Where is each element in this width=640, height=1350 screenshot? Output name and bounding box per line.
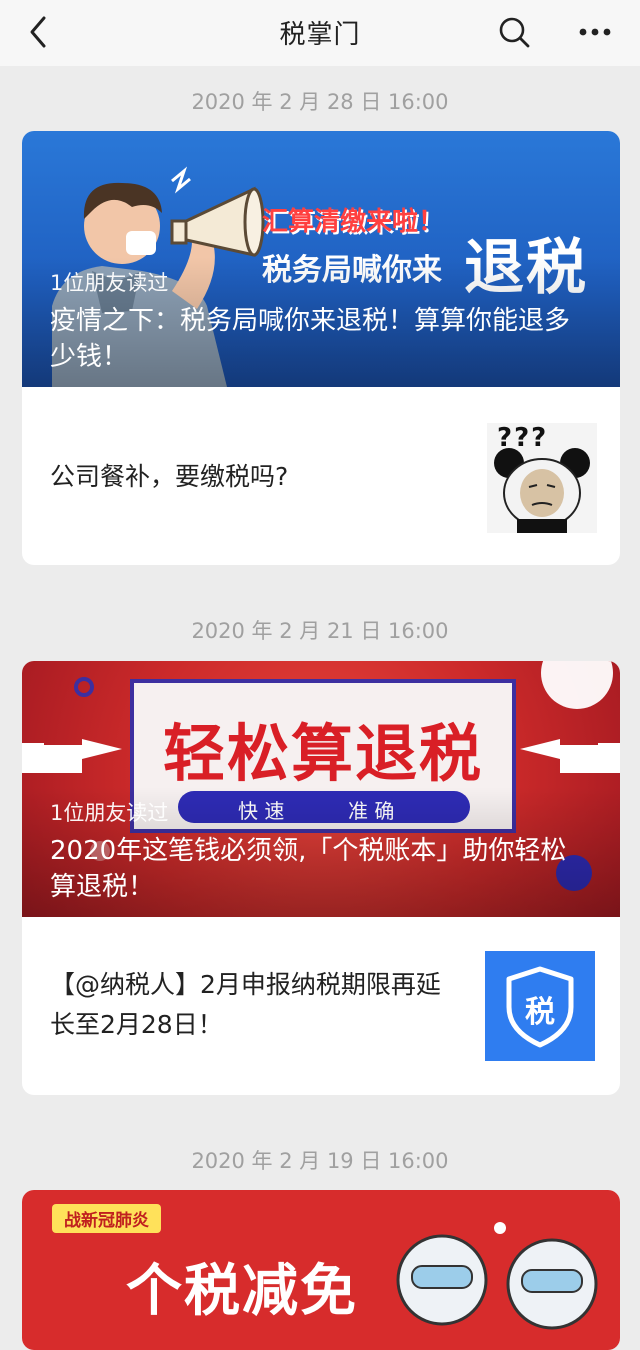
campaign-tag: 战新冠肺炎 bbox=[52, 1204, 161, 1233]
main-article[interactable]: 轻松算退税 快 速 准 确 1位朋友读过 2020年这笔钱必须领,「个税账本」助… bbox=[22, 661, 620, 917]
banner-big-text: 个税减免 bbox=[126, 1259, 358, 1324]
medical-staff-illustration bbox=[396, 1222, 598, 1330]
article-card: 轻松算退税 快 速 准 确 1位朋友读过 2020年这笔钱必须领,「个税账本」助… bbox=[22, 661, 620, 1095]
article-headline: 2020年这笔钱必须领,「个税账本」助你轻松算退税！ bbox=[50, 836, 567, 902]
sub-article-title: 公司餐补，要缴税吗? bbox=[50, 462, 289, 491]
article-headline: 疫情之下：税务局喊你来退税！算算你能退多少钱！ bbox=[50, 306, 571, 372]
page-title: 税掌门 bbox=[279, 20, 361, 50]
article-thumbnail: 税 bbox=[485, 951, 595, 1061]
sub-article-title: 【@纳税人】2月申报纳税期限再延长至2月28日！ bbox=[50, 970, 441, 1039]
main-article[interactable]: 汇算清缴来啦！ 税务局喊你来 退税 1位朋友读过 疫情之下：税务局喊你来退税！算… bbox=[22, 131, 620, 387]
search-button[interactable] bbox=[494, 12, 534, 52]
more-button[interactable] bbox=[572, 12, 618, 52]
question-marks: ??? bbox=[497, 423, 549, 453]
main-article[interactable]: 战新冠肺炎 个税减免 bbox=[22, 1190, 620, 1350]
megaphone-icon bbox=[170, 186, 265, 257]
more-icon bbox=[579, 28, 611, 36]
message-date: 2020 年 2 月 21 日 16:00 bbox=[191, 619, 449, 643]
banner-big-text: 轻松算退税 bbox=[162, 717, 483, 790]
sub-article[interactable]: 公司餐补，要缴税吗? ??? bbox=[22, 387, 620, 565]
article-thumbnail: ??? bbox=[487, 423, 597, 533]
hand-pointer-icon bbox=[520, 739, 620, 773]
message-date: 2020 年 2 月 19 日 16:00 bbox=[191, 1149, 449, 1173]
tax-glyph: 税 bbox=[525, 995, 555, 1030]
hand-pointer-icon bbox=[22, 739, 122, 773]
friends-read: 1位朋友读过 bbox=[50, 801, 169, 825]
sub-article[interactable]: 【@纳税人】2月申报纳税期限再延长至2月28日！ 税 bbox=[22, 917, 620, 1095]
search-icon bbox=[499, 17, 530, 48]
article-card: 汇算清缴来啦！ 税务局喊你来 退税 1位朋友读过 疫情之下：税务局喊你来退税！算… bbox=[22, 131, 620, 565]
top-bar: 税掌门 bbox=[0, 0, 640, 66]
article-card: 战新冠肺炎 个税减免 bbox=[22, 1190, 620, 1350]
friends-read: 1位朋友读过 bbox=[50, 271, 169, 295]
banner-top-line: 汇算清缴来啦！ bbox=[262, 207, 445, 237]
message-date: 2020 年 2 月 28 日 16:00 bbox=[191, 90, 449, 114]
